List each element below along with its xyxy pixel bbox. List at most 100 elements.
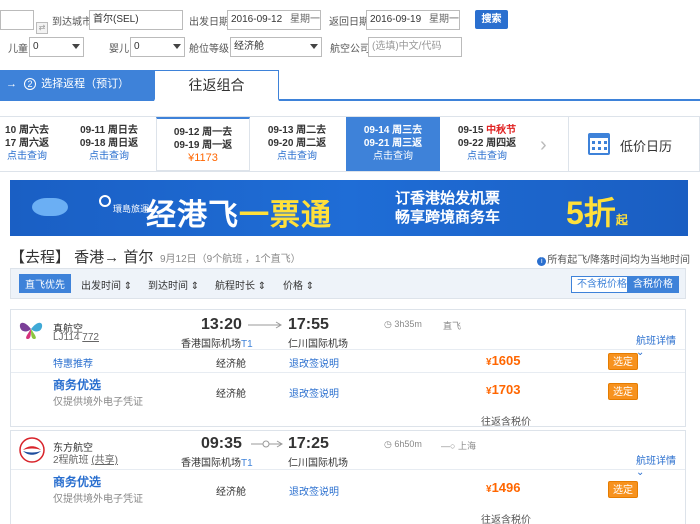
date-option[interactable]: 09-13 周二去 09-20 周二返 点击查询 <box>250 117 344 171</box>
sort-direct[interactable]: 直飞优先 <box>19 274 71 293</box>
arrow-right-icon: → <box>6 78 17 90</box>
cabin-select[interactable]: 经济舱 <box>230 37 322 57</box>
depart-time: 09:35 <box>201 435 242 452</box>
arrive-time: 17:25 <box>288 435 329 452</box>
query-link[interactable]: 点击查询 <box>0 150 60 163</box>
chevron-right-icon[interactable]: › <box>540 134 547 157</box>
arrive-time: 17:55 <box>288 316 329 333</box>
airport-logo <box>32 198 68 216</box>
from-city-input[interactable] <box>0 10 34 30</box>
promo-banner[interactable]: 環島旅運 经港飞一票通 订香港始发机票 畅享跨境商务车 5折起 <box>10 180 688 236</box>
tab-select-return[interactable]: → 2 选择返程（预订） <box>0 70 154 99</box>
arrive-airport: 仁川国际机场 <box>288 458 348 469</box>
arrow-right-icon <box>248 321 282 329</box>
banner-subtext: 订香港始发机票 畅享跨境商务车 <box>395 189 500 227</box>
sort-duration[interactable]: 航程时长 ⇕ <box>215 277 266 292</box>
depart-week: 星期一 <box>290 14 320 25</box>
depart-date-value: 2016-09-12 <box>231 14 283 25</box>
flight-no: 2程航班 <box>53 455 89 466</box>
book-button[interactable]: 选定 <box>608 353 638 370</box>
duration-value: 6h50m <box>394 439 422 449</box>
travel-logo-icon <box>99 195 111 207</box>
refund-rule-link[interactable]: 退改签说明 <box>289 483 339 498</box>
date-option[interactable]: 09-15 中秋节 09-22 周四返 点击查询 <box>440 117 534 171</box>
date-return: 09-22 周四返 <box>457 138 517 149</box>
route-title: 【去程】 香港→ 首尔 <box>10 249 154 266</box>
route-header: 【去程】 香港→ 首尔 9月12日（9个航班 ，1个直飞） i 所有起飞/降落时间… <box>10 246 690 266</box>
date-option[interactable]: 09-11 周日去 09-18 周日返 点击查询 <box>62 117 156 171</box>
chevron-down-icon <box>310 44 318 49</box>
fare-row: 商务优选 仅提供境外电子凭证 经济舱 退改签说明 ¥1703 选定 <box>11 372 685 408</box>
search-row-2: 儿童 0 婴儿 0 舱位等级 经济舱 航空公司 (选填)中文/代码 <box>0 36 700 58</box>
china-eastern-logo-icon <box>19 437 45 463</box>
query-link[interactable]: 点击查询 <box>440 150 534 163</box>
sort-arrive-time[interactable]: 到达时间 ⇕ <box>148 277 199 292</box>
infant-value: 0 <box>134 41 140 52</box>
airline-input[interactable]: (选填)中文/代码 <box>368 37 462 57</box>
depart-date-label: 出发日期 <box>189 16 229 28</box>
date-option[interactable]: 10 周六去 17 周六返 点击查询 <box>0 117 60 171</box>
return-week: 星期一 <box>429 14 459 25</box>
search-form: ⇄ 到达城市 首尔(SEL) 出发日期 2016-09-12 星期一 返回日期 … <box>0 0 700 62</box>
toggle-with-tax[interactable]: 含税价格 <box>627 276 679 293</box>
date-return: 09-21 周三返 <box>363 138 423 149</box>
clock-icon: ◷ <box>384 319 395 329</box>
depart-airport-name: 香港国际机场 <box>181 458 241 469</box>
infant-select[interactable]: 0 <box>130 37 185 57</box>
headline-part-b: 一票通 <box>239 199 332 232</box>
round-trip-tax-note: 往返含税价 <box>481 417 531 428</box>
sort-bar: 直飞优先 出发时间 ⇕ 到达时间 ⇕ 航程时长 ⇕ 价格 ⇕ 不含税价格 含税价… <box>10 268 686 299</box>
stop-info: —○ 上海 <box>441 439 476 452</box>
flight-duration: ◷ 6h50m <box>384 439 422 450</box>
fare-cabin: 经济舱 <box>216 487 246 498</box>
sort-depart-time[interactable]: 出发时间 ⇕ <box>81 277 132 292</box>
step-label: 选择返程（预订） <box>41 78 130 90</box>
date-option-highlighted[interactable]: 09-14 周三去 09-21 周三返 点击查询 <box>346 117 440 171</box>
banner-sub-1: 订香港始发机票 <box>395 190 501 207</box>
flight-duration: ◷ 3h35m <box>384 319 422 330</box>
airline-label: 航空公司 <box>330 43 370 55</box>
fare-row: 商务优选 仅提供境外电子凭证 经济舱 退改签说明 ¥1496 选定 <box>11 469 685 507</box>
date-depart: 09-11 周日去 <box>80 125 138 136</box>
aircraft-type[interactable]: 772 <box>82 332 99 343</box>
banner-discount: 5折起 <box>566 188 628 234</box>
low-price-calendar[interactable]: 低价日历 <box>568 117 700 171</box>
route-summary: 9月12日（9个航班 ，1个直飞） <box>160 254 301 265</box>
step-number: 2 <box>24 78 37 90</box>
date-selector: 10 周六去 17 周六返 点击查询 09-11 周日去 09-18 周日返 点… <box>0 116 700 172</box>
business-pick-note: 仅提供境外电子凭证 <box>53 397 143 408</box>
book-button[interactable]: 选定 <box>608 383 638 400</box>
query-link[interactable]: 点击查询 <box>62 150 156 163</box>
depart-date-input[interactable]: 2016-09-12 星期一 <box>227 10 321 30</box>
book-button[interactable]: 选定 <box>608 481 638 498</box>
date-depart: 09-13 周二去 <box>267 125 327 136</box>
query-link[interactable]: 点击查询 <box>250 150 344 163</box>
date-depart: 09-12 周一去 <box>173 127 233 138</box>
lowest-price: ¥1173 <box>188 152 218 164</box>
to-city-input[interactable]: 首尔(SEL) <box>89 10 183 30</box>
sort-price[interactable]: 价格 ⇕ <box>283 277 314 292</box>
return-date-input[interactable]: 2016-09-19 星期一 <box>366 10 460 30</box>
cabin-value: 经济舱 <box>234 41 264 52</box>
query-link[interactable]: 点击查询 <box>346 150 440 163</box>
refund-rule-link[interactable]: 退改签说明 <box>289 355 339 370</box>
fare-price: ¥1605 <box>486 353 520 368</box>
calendar-icon <box>588 133 610 155</box>
date-return: 09-18 周日返 <box>79 138 139 149</box>
date-depart: 09-14 周三去 <box>363 125 423 136</box>
codeshare-label[interactable]: (共享) <box>91 455 118 466</box>
date-return: 09-19 周一返 <box>173 140 233 151</box>
refund-rule-link[interactable]: 退改签说明 <box>289 385 339 400</box>
child-select[interactable]: 0 <box>29 37 84 57</box>
toggle-no-tax[interactable]: 不含税价格 <box>571 276 633 293</box>
swap-icon[interactable]: ⇄ <box>36 22 48 34</box>
search-button[interactable]: 搜索 <box>475 10 508 29</box>
jin-air-logo-icon <box>19 322 43 339</box>
fare-tag: 特惠推荐 <box>53 359 93 370</box>
calendar-label: 低价日历 <box>620 139 673 154</box>
step-tabs: → 2 选择返程（预订） 往返组合 <box>0 70 700 101</box>
date-option-selected[interactable]: 09-12 周一去 09-19 周一返 ¥1173 <box>156 117 250 171</box>
fare-price: ¥1703 <box>486 382 520 397</box>
tab-round-trip-combo[interactable]: 往返组合 <box>154 70 279 101</box>
discount-value: 5折 <box>566 195 616 231</box>
